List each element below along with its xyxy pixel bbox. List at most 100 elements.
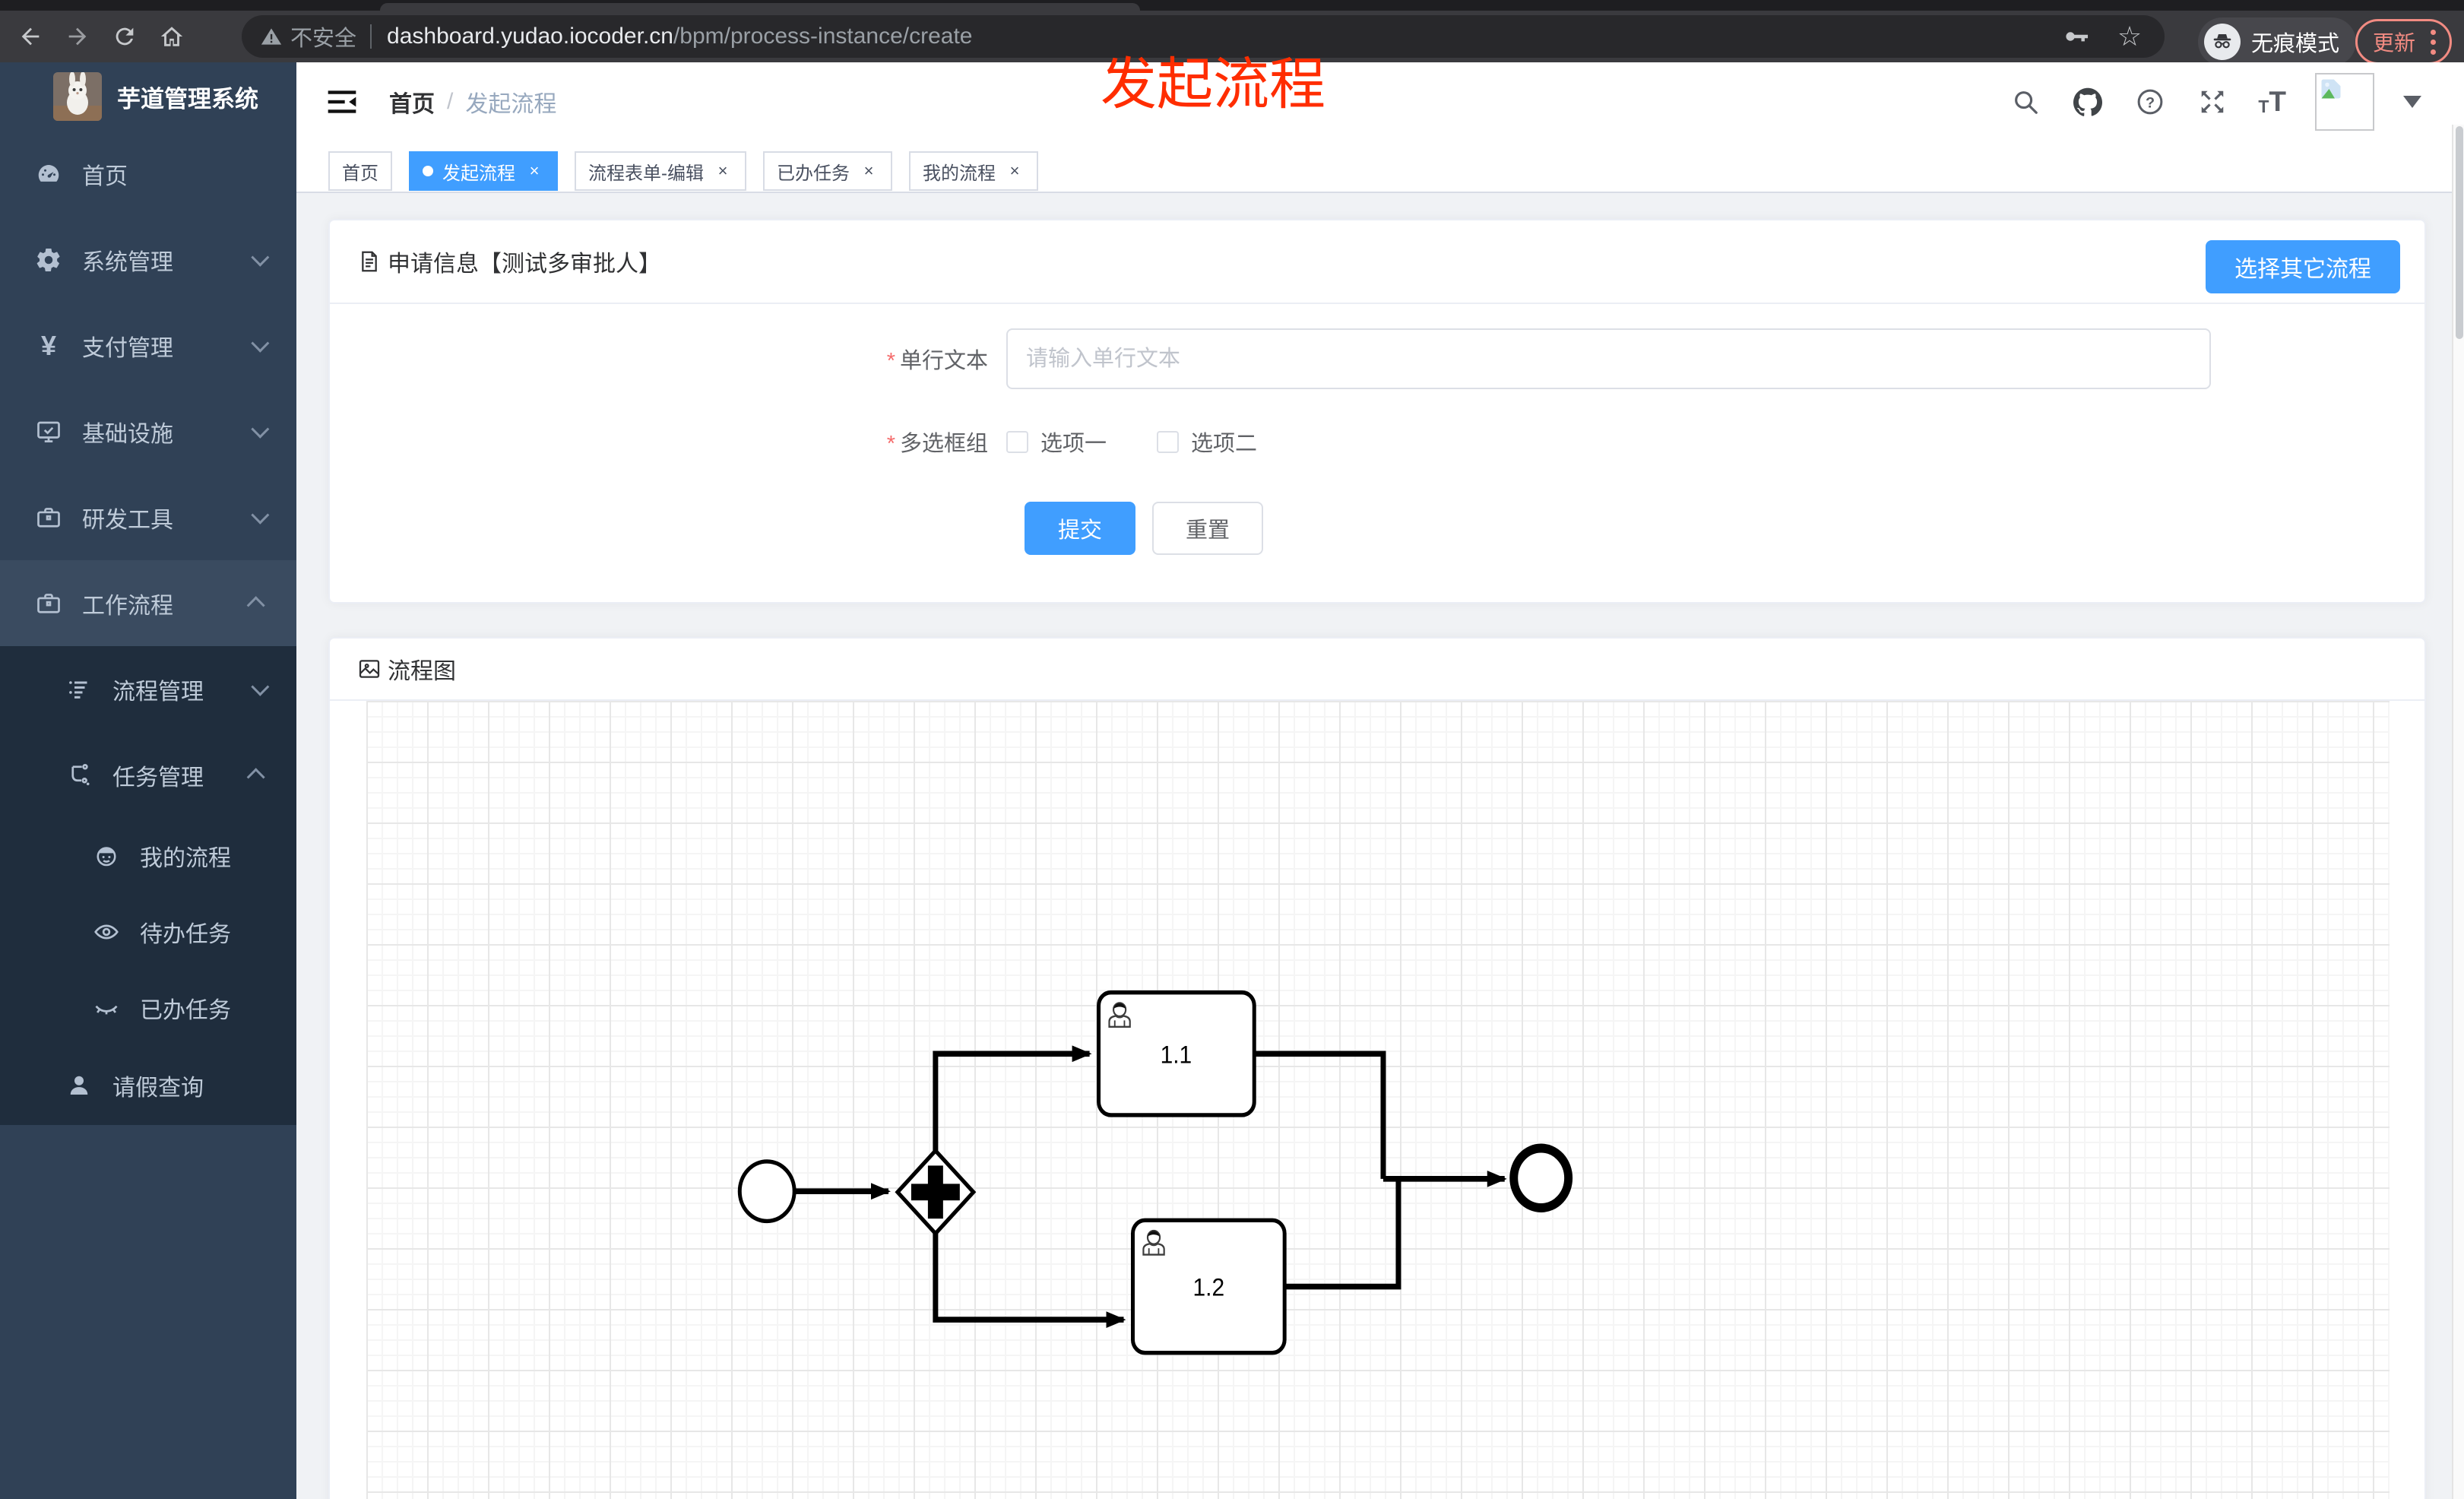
checkbox-option-1[interactable]: 选项一 (1006, 426, 1107, 458)
yen-icon: ¥ (40, 329, 57, 361)
close-icon[interactable] (1005, 161, 1025, 181)
sidebar-item-label: 工作流程 (82, 593, 173, 619)
avatar-caret-icon[interactable] (2403, 95, 2421, 108)
home-icon (160, 27, 183, 46)
incognito-badge: 无痕模式 (2197, 17, 2356, 66)
sidebar-item-label: 任务管理 (112, 765, 204, 791)
browser-update-button[interactable]: 更新 (2355, 19, 2452, 65)
close-icon[interactable] (859, 161, 879, 181)
app-logo[interactable]: 芋道管理系统 (0, 62, 296, 131)
navbar-actions: ? (2009, 62, 2421, 141)
tab-my-process[interactable]: 我的流程 (909, 151, 1038, 191)
sidebar-item-dev-tools[interactable]: 研发工具 (0, 474, 296, 560)
close-icon[interactable] (713, 161, 733, 181)
submit-button[interactable]: 提交 (1025, 502, 1136, 555)
github-icon[interactable] (2071, 85, 2105, 119)
breadcrumb-home[interactable]: 首页 (389, 85, 435, 119)
broken-image-icon (2321, 79, 2341, 98)
password-key-icon[interactable] (2060, 20, 2093, 53)
refresh-icon (116, 27, 134, 46)
forward-arrow-icon (68, 27, 87, 46)
bpmn-parallel-gateway[interactable] (895, 1147, 977, 1237)
chevron-down-icon (251, 248, 270, 267)
sidebar-item-todo-tasks[interactable]: 待办任务 (0, 894, 296, 970)
page-scrollbar[interactable] (2452, 125, 2464, 1499)
help-icon[interactable]: ? (2133, 85, 2167, 119)
browser-menu-kebab-icon[interactable] (2426, 27, 2440, 58)
browser-back-button[interactable] (14, 20, 47, 53)
close-icon[interactable] (524, 161, 544, 181)
url-host: dashboard.yudao.iocoder.cn (387, 24, 673, 49)
apply-card-header: 申请信息【测试多审批人】 (330, 220, 2424, 304)
diagram-card-header: 流程图 (330, 639, 2424, 701)
sidebar-item-workflow[interactable]: 工作流程 (0, 560, 296, 646)
list-icon (64, 674, 94, 705)
task-label: 1.2 (1193, 1273, 1225, 1301)
tab-done-tasks[interactable]: 已办任务 (763, 151, 892, 191)
sidebar-item-label: 基础设施 (82, 421, 173, 447)
reset-button[interactable]: 重置 (1152, 502, 1264, 555)
sidebar-item-infrastructure[interactable]: 基础设施 (0, 388, 296, 474)
url-path: /bpm/process-instance/create (673, 24, 973, 49)
scrollbar-thumb[interactable] (2456, 126, 2463, 339)
chevron-down-icon (251, 505, 270, 524)
sidebar-item-label: 请假查询 (112, 1076, 204, 1101)
user-avatar[interactable] (2315, 72, 2374, 131)
sidebar-item-done-tasks[interactable]: 已办任务 (0, 970, 296, 1046)
bpmn-user-task-2[interactable]: 1.2 (1130, 1218, 1287, 1355)
sidebar-item-system[interactable]: 系统管理 (0, 217, 296, 303)
app-title: 芋道管理系统 (117, 85, 258, 113)
bpmn-user-task-1[interactable]: 1.1 (1097, 990, 1256, 1117)
browser-home-button[interactable] (155, 20, 188, 53)
required-asterisk: * (886, 432, 895, 456)
checkbox-icon[interactable] (1157, 430, 1180, 453)
browser-forward-button[interactable] (61, 20, 94, 53)
bpmn-canvas[interactable]: 1.1 1.2 (366, 701, 2390, 1499)
checkbox-icon[interactable] (1006, 430, 1028, 453)
single-line-text-input[interactable] (1006, 328, 2211, 389)
tab-label: 首页 (342, 163, 378, 184)
bpmn-start-event[interactable] (737, 1159, 797, 1224)
sidebar-item-task-management[interactable]: 任务管理 (0, 732, 296, 818)
search-icon[interactable] (2009, 85, 2042, 119)
sidebar-item-label: 流程管理 (112, 679, 204, 705)
sidebar-item-payment[interactable]: ¥ 支付管理 (0, 303, 296, 388)
browser-refresh-button[interactable] (108, 20, 141, 53)
page-content: 申请信息【测试多审批人】 选择其它流程 *单行文本 *多选框组 选项一 (296, 193, 2464, 1499)
person-icon (64, 1070, 94, 1101)
tab-label: 发起流程 (442, 163, 515, 184)
required-asterisk: * (886, 349, 895, 373)
form-row-text: * 单行文本 (330, 328, 2424, 389)
tags-view-bar: 首页 发起流程 流程表单-编辑 已办任务 我的流程 (296, 141, 2464, 193)
tab-home[interactable]: 首页 (328, 151, 392, 191)
chevron-up-icon (246, 768, 265, 787)
choose-other-process-button[interactable]: 选择其它流程 (2206, 240, 2400, 293)
workflow-submenu: 流程管理 任务管理 我的流程 待办任务 已办任务 请假查询 (0, 646, 296, 1125)
not-secure-warning-icon (261, 28, 282, 45)
fullscreen-icon[interactable] (2196, 85, 2229, 119)
browser-active-tab-top (380, 3, 1140, 11)
tab-start-process[interactable]: 发起流程 (409, 151, 558, 191)
sidebar-item-my-process[interactable]: 我的流程 (0, 818, 296, 894)
bpmn-end-event[interactable] (1509, 1143, 1573, 1212)
dashboard-icon (33, 159, 64, 189)
bookmark-star-icon[interactable]: ☆ (2113, 20, 2146, 53)
address-bar[interactable]: 不安全 dashboard.yudao.iocoder.cn/bpm/proce… (242, 15, 2165, 58)
sidebar-item-label: 支付管理 (82, 335, 173, 361)
browser-tab-strip (0, 0, 2464, 11)
sidebar-collapse-button[interactable] (325, 85, 359, 119)
font-size-icon[interactable] (2258, 87, 2286, 116)
form-row-checkbox: * 多选框组 选项一 选项二 (330, 426, 2424, 458)
checkbox-group: 选项一 选项二 (1006, 426, 1257, 458)
diagram-card-title: 流程图 (357, 652, 456, 686)
checkbox-option-2[interactable]: 选项二 (1157, 426, 1257, 458)
edge-gateway-task1 (933, 1045, 1092, 1151)
tab-form-edit[interactable]: 流程表单-编辑 (575, 151, 746, 191)
tab-label: 已办任务 (777, 163, 850, 184)
field-label: * 单行文本 (886, 349, 988, 373)
sidebar-item-leave-query[interactable]: 请假查询 (0, 1046, 296, 1125)
field-label: * 多选框组 (886, 432, 988, 456)
checkbox-label: 选项二 (1191, 432, 1258, 456)
sidebar-item-process-management[interactable]: 流程管理 (0, 646, 296, 732)
sidebar-item-home[interactable]: 首页 (0, 131, 296, 217)
